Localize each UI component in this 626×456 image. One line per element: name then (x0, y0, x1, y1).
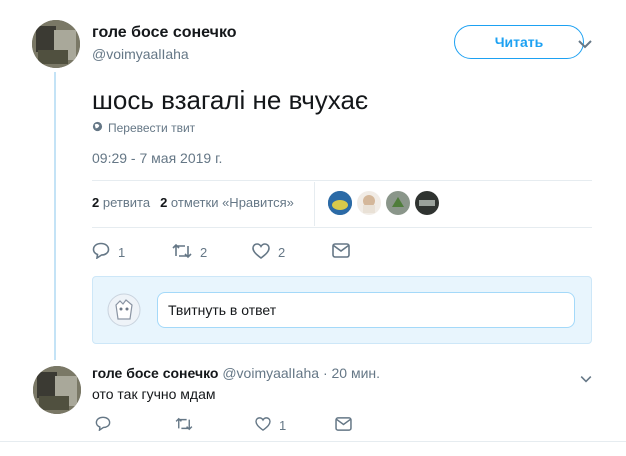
liker-avatar[interactable] (386, 191, 410, 215)
reply-actions: 1 (95, 416, 352, 434)
retweet-count: 2 (200, 244, 208, 260)
author-avatar[interactable] (32, 20, 80, 68)
tweet-timestamp[interactable]: 09:29 - 7 мая 2019 г. (92, 150, 222, 166)
tweet-stats: 2 ретвита 2 отметки «Нравится» (92, 195, 294, 210)
retweet-icon (172, 243, 192, 262)
heart-icon (252, 242, 270, 262)
dm-action[interactable] (335, 416, 352, 434)
tweet-text: шось взагалі не вчухає (92, 85, 369, 115)
reply-action[interactable] (95, 416, 175, 434)
envelope-icon (332, 243, 350, 261)
heart-icon (255, 416, 271, 434)
likes-label: отметки «Нравится» (170, 195, 294, 210)
globe-icon (92, 121, 103, 135)
retweets-stat[interactable]: 2 ретвита (92, 195, 150, 210)
retweet-action[interactable] (175, 417, 255, 434)
like-action[interactable]: 2 (252, 242, 332, 262)
author-name[interactable]: голе босе сонечко (92, 24, 237, 42)
like-count: 2 (278, 244, 286, 260)
retweets-label: ретвита (102, 195, 151, 210)
liker-avatar[interactable] (328, 191, 352, 215)
reply-action[interactable]: 1 (92, 242, 172, 262)
liker-avatar[interactable] (357, 191, 381, 215)
reply-header: голе босе сонечко @voimyaalIaha · 20 мин… (92, 365, 380, 381)
author-handle[interactable]: @voimyaalIaha (92, 46, 189, 62)
envelope-icon (335, 416, 352, 434)
reply-icon (95, 416, 111, 434)
reply-author-name[interactable]: голе босе сонечко (92, 365, 218, 381)
like-action[interactable]: 1 (255, 416, 335, 434)
dm-action[interactable] (332, 243, 350, 261)
divider (92, 227, 592, 228)
reply-author-handle[interactable]: @voimyaalIaha (222, 365, 319, 381)
reply-text: ото так гучно мдам (92, 386, 216, 402)
divider (0, 441, 626, 442)
reply-count: 1 (118, 244, 126, 260)
chevron-down-icon[interactable] (580, 370, 592, 388)
thread-line (54, 72, 56, 360)
translate-label[interactable]: Перевести твит (108, 121, 195, 135)
retweet-action[interactable]: 2 (172, 243, 252, 262)
translate-link[interactable]: Перевести твит (92, 121, 195, 135)
reply-author-avatar[interactable] (33, 366, 81, 414)
divider (314, 182, 315, 226)
user-avatar[interactable] (107, 293, 141, 327)
divider (92, 180, 592, 181)
reply-input[interactable]: Твитнуть в ответ (157, 292, 575, 328)
reply-time[interactable]: · 20 мин. (323, 365, 380, 381)
tweet-actions: 1 2 2 (92, 242, 350, 262)
likes-count: 2 (160, 195, 168, 210)
liker-avatar[interactable] (415, 191, 439, 215)
retweet-icon (175, 417, 193, 434)
reply-icon (92, 242, 110, 262)
like-count: 1 (279, 417, 287, 433)
retweets-count: 2 (92, 195, 100, 210)
follow-button[interactable]: Читать (454, 25, 584, 59)
chevron-down-icon[interactable] (578, 36, 592, 54)
likes-stat[interactable]: 2 отметки «Нравится» (160, 195, 294, 210)
